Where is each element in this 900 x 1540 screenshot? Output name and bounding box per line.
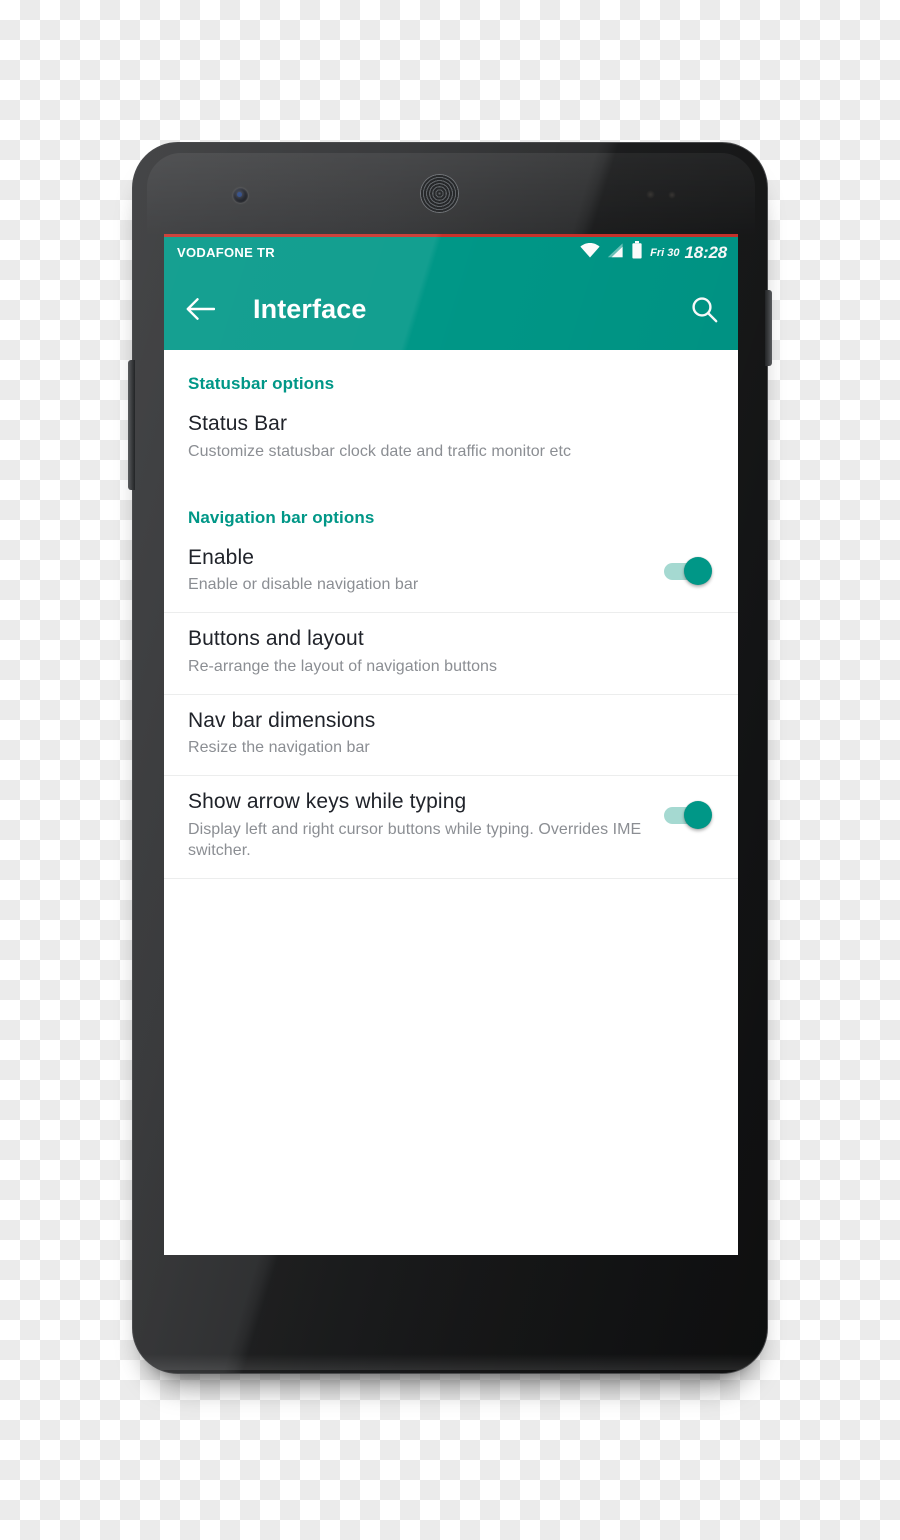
preference-summary: Resize the navigation bar — [188, 739, 370, 757]
signal-icon — [607, 242, 624, 263]
phone-mockup: VODAFONE TR Fri 30 18:28 Interface Statu… — [128, 142, 772, 1374]
toggle-thumb — [684, 801, 712, 830]
list-item[interactable]: Buttons and layout Re-arrange the layout… — [164, 613, 738, 694]
battery-icon — [631, 241, 643, 264]
app-toolbar: Interface — [164, 234, 738, 385]
proximity-sensor-icon — [646, 190, 655, 199]
page-title: Interface — [253, 293, 367, 324]
preference-texts: Status Bar Customize statusbar clock dat… — [188, 412, 718, 463]
section-header-navigation-bar: Navigation bar options — [188, 507, 375, 527]
section-header-statusbar: Statusbar options — [188, 374, 335, 393]
list-item[interactable]: Show arrow keys while typing Display lef… — [164, 776, 738, 877]
preference-title: Enable — [188, 545, 254, 569]
front-camera-icon — [233, 188, 248, 203]
preference-title: Buttons and layout — [188, 627, 364, 651]
phone-body: VODAFONE TR Fri 30 18:28 Interface Statu… — [132, 142, 768, 1374]
preference-summary: Customize statusbar clock date and traff… — [188, 442, 572, 460]
preference-summary: Display left and right cursor buttons wh… — [188, 821, 642, 859]
search-icon[interactable] — [691, 296, 718, 323]
preference-summary: Re-arrange the layout of navigation butt… — [188, 657, 498, 675]
phone-screen: VODAFONE TR Fri 30 18:28 Interface Statu… — [164, 234, 738, 1255]
bottom-bezel-edge — [139, 1354, 763, 1370]
status-clock: 18:28 — [684, 242, 728, 262]
volume-rocker-button[interactable] — [128, 360, 135, 490]
status-date: Fri 30 — [650, 246, 680, 259]
status-bar-icons: Fri 30 18:28 — [580, 241, 727, 264]
list-item[interactable]: Enable Enable or disable navigation bar — [164, 532, 738, 613]
preference-texts: Nav bar dimensions Resize the navigation… — [188, 709, 718, 760]
preference-texts: Buttons and layout Re-arrange the layout… — [188, 627, 718, 678]
toggle-thumb — [684, 556, 712, 585]
earpiece-speaker-icon — [420, 174, 459, 213]
power-button[interactable] — [765, 290, 772, 366]
preference-summary: Enable or disable navigation bar — [188, 576, 419, 594]
list-divider — [164, 877, 738, 879]
status-bar: VODAFONE TR Fri 30 18:28 — [164, 237, 738, 268]
settings-list: Statusbar options Status Bar Customize s… — [164, 350, 738, 1255]
toggle-switch-arrow-keys[interactable] — [664, 800, 716, 832]
preference-title: Status Bar — [188, 412, 288, 435]
toggle-switch-enable[interactable] — [664, 556, 716, 588]
list-item[interactable]: Nav bar dimensions Resize the navigation… — [164, 695, 738, 776]
list-item[interactable]: Status Bar Customize statusbar clock dat… — [164, 398, 738, 479]
preference-title: Show arrow keys while typing — [188, 790, 467, 814]
wifi-icon — [580, 242, 600, 263]
carrier-label: VODAFONE TR — [177, 245, 275, 260]
arrow-back-icon[interactable] — [186, 297, 216, 321]
preference-title: Nav bar dimensions — [188, 708, 376, 732]
preference-texts: Enable Enable or disable navigation bar — [188, 546, 650, 597]
preference-texts: Show arrow keys while typing Display lef… — [188, 790, 650, 861]
light-sensor-icon — [668, 191, 676, 199]
